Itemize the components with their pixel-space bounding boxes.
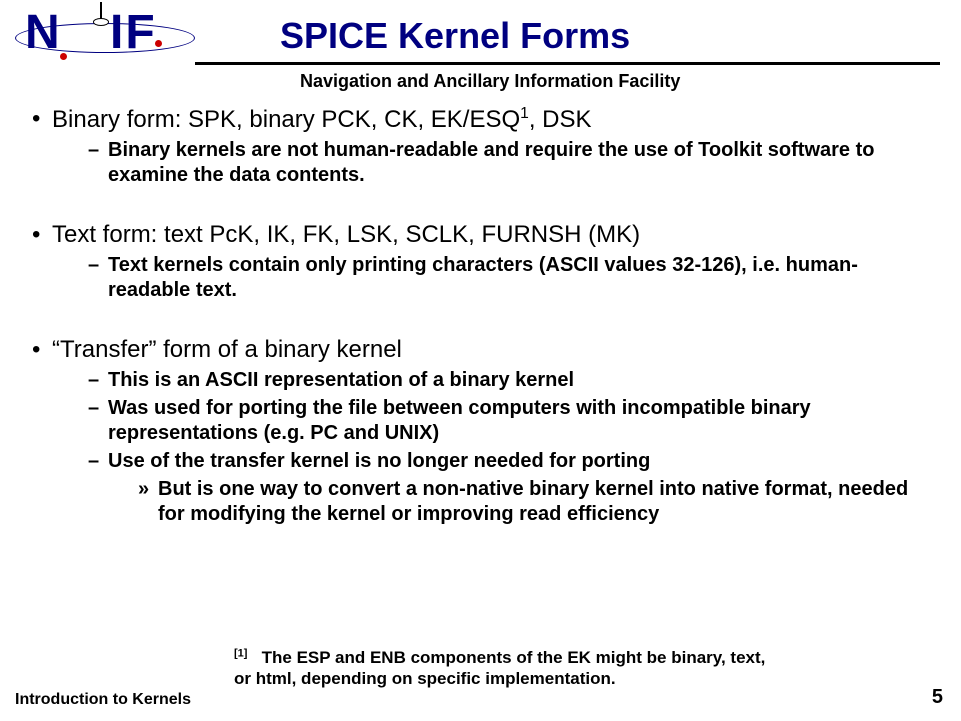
bullet-transfer-form: “Transfer” form of a binary kernel — [30, 336, 930, 364]
logo-letters-if: IF — [110, 5, 157, 60]
page-number: 5 — [932, 686, 943, 709]
subbullet-text-desc: Text kernels contain only printing chara… — [30, 253, 930, 303]
slide-header: N IF SPICE Kernel Forms Navigation and A… — [0, 0, 961, 90]
bullet-binary-form: Binary form: SPK, binary PCK, CK, EK/ESQ… — [30, 105, 930, 134]
subbullet-transfer-noneed: Use of the transfer kernel is no longer … — [30, 449, 930, 474]
superscript-ref: 1 — [520, 105, 529, 122]
logo-letter-n: N — [25, 5, 62, 60]
subsubbullet-transfer-convert: But is one way to convert a non-native b… — [30, 477, 930, 527]
probe-body-icon — [93, 18, 109, 26]
bullet-text: , DSK — [529, 106, 592, 133]
orbit-dot-icon — [60, 53, 67, 60]
footer-doc-title: Introduction to Kernels — [15, 691, 191, 709]
footnote: [1] The ESP and ENB components of the EK… — [234, 647, 784, 690]
bullet-text: Binary form: SPK, binary PCK, CK, EK/ESQ — [52, 106, 520, 133]
slide-title: SPICE Kernel Forms — [280, 15, 630, 57]
subbullet-transfer-ascii: This is an ASCII representation of a bin… — [30, 368, 930, 393]
naif-logo: N IF — [15, 5, 195, 65]
subbullet-binary-desc: Binary kernels are not human-readable an… — [30, 138, 930, 188]
footnote-text: The ESP and ENB components of the EK mig… — [234, 648, 765, 688]
footnote-ref: [1] — [234, 647, 247, 659]
bullet-text-form: Text form: text PcK, IK, FK, LSK, SCLK, … — [30, 221, 930, 249]
slide-content: Binary form: SPK, binary PCK, CK, EK/ESQ… — [30, 105, 930, 530]
subbullet-transfer-porting: Was used for porting the file between co… — [30, 396, 930, 446]
title-divider — [195, 62, 940, 65]
orbit-dot-icon — [155, 40, 162, 47]
slide-subtitle: Navigation and Ancillary Information Fac… — [300, 71, 680, 92]
